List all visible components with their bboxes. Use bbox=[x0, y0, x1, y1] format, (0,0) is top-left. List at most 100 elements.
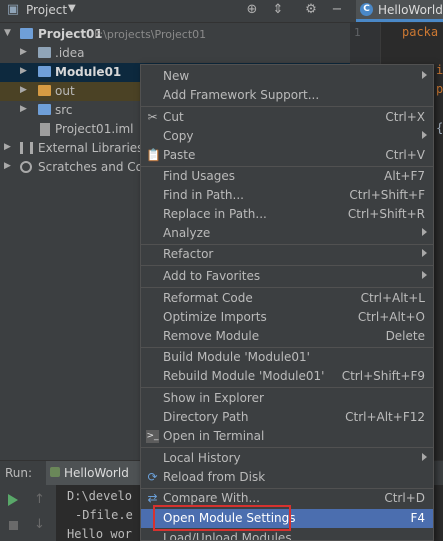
menu-item-label: Optimize Imports bbox=[163, 310, 267, 324]
menu-item-shortcut: Ctrl+D bbox=[384, 491, 425, 505]
menu-item-label: Find in Path... bbox=[163, 188, 244, 202]
chevron-right-icon[interactable]: ▶ bbox=[20, 47, 27, 57]
menu-item-reformat-code[interactable]: Reformat Code Ctrl+Alt+L bbox=[141, 289, 433, 308]
stop-icon[interactable] bbox=[9, 521, 18, 530]
menu-item-label: Directory Path bbox=[163, 410, 249, 424]
menu-item-label: Copy bbox=[163, 129, 194, 143]
chevron-down-icon[interactable]: ▼ bbox=[4, 28, 11, 38]
minus-icon[interactable]: − bbox=[329, 2, 345, 18]
menu-item-label: Open in Terminal bbox=[163, 429, 265, 443]
run-tab-helloworld[interactable]: HelloWorld bbox=[46, 461, 146, 485]
menu-item-shortcut: Ctrl+Alt+F12 bbox=[345, 410, 425, 424]
tree-node-label: Project01.iml bbox=[55, 122, 134, 136]
chevron-right-icon[interactable]: ▶ bbox=[20, 85, 27, 95]
menu-item-find-in-path[interactable]: Find in Path... Ctrl+Shift+F bbox=[141, 186, 433, 205]
menu-item-local-history[interactable]: Local History bbox=[141, 449, 433, 468]
tree-node-label: .idea bbox=[55, 46, 85, 60]
code-line: packa bbox=[402, 25, 439, 39]
tree-node-label: External Libraries bbox=[38, 141, 144, 155]
menu-item-label: Add Framework Support... bbox=[163, 88, 320, 102]
menu-item-shortcut: F4 bbox=[410, 511, 425, 525]
tree-node-label: Module01 bbox=[55, 65, 122, 79]
submenu-arrow-icon bbox=[422, 228, 427, 236]
menu-item-copy[interactable]: Copy bbox=[141, 127, 433, 146]
tree-node-label: out bbox=[55, 84, 75, 98]
menu-item-find-usages[interactable]: Find Usages Alt+F7 bbox=[141, 167, 433, 186]
submenu-arrow-icon bbox=[422, 71, 427, 79]
console-line: D:\develo bbox=[67, 489, 133, 503]
class-icon: C bbox=[360, 3, 373, 16]
arrow-down-icon[interactable]: ↓ bbox=[34, 517, 45, 532]
collapse-icon[interactable]: ⇕ bbox=[270, 2, 286, 18]
project-icon: ▣ bbox=[6, 2, 20, 17]
menu-item-add-framework-support[interactable]: Add Framework Support... bbox=[141, 86, 433, 105]
chevron-right-icon[interactable]: ▶ bbox=[4, 161, 11, 171]
menu-item-rebuild-module[interactable]: Rebuild Module 'Module01' Ctrl+Shift+F9 bbox=[141, 367, 433, 386]
editor-tab-helloworld[interactable]: C HelloWorld.j bbox=[356, 0, 443, 22]
module-folder-icon bbox=[20, 28, 33, 39]
menu-item-shortcut: Ctrl+Shift+F9 bbox=[341, 369, 425, 383]
submenu-arrow-icon bbox=[422, 249, 427, 257]
menu-item-optimize-imports[interactable]: Optimize Imports Ctrl+Alt+O bbox=[141, 308, 433, 327]
menu-item-shortcut: Delete bbox=[385, 329, 425, 343]
menu-item-remove-module[interactable]: Remove Module Delete bbox=[141, 327, 433, 346]
menu-separator bbox=[141, 287, 433, 288]
editor-tab-label: HelloWorld.j bbox=[378, 3, 443, 17]
menu-item-analyze[interactable]: Analyze bbox=[141, 224, 433, 243]
code-line: { bbox=[436, 121, 443, 135]
scratches-icon bbox=[20, 161, 32, 173]
tree-node-path: F:\projects\Project01 bbox=[94, 28, 207, 41]
menu-item-open-in-terminal[interactable]: >_ Open in Terminal bbox=[141, 427, 433, 446]
menu-item-shortcut: Ctrl+Alt+O bbox=[357, 310, 425, 324]
submenu-arrow-icon bbox=[422, 453, 427, 461]
compare-icon: ⇄ bbox=[147, 491, 158, 505]
gear-icon[interactable]: ⚙ bbox=[303, 2, 319, 18]
run-config-icon bbox=[50, 467, 60, 477]
menu-item-reload-from-disk[interactable]: ⟳ Reload from Disk bbox=[141, 468, 433, 487]
chevron-right-icon[interactable]: ▶ bbox=[20, 104, 27, 114]
excluded-folder-icon bbox=[38, 85, 51, 96]
library-icon bbox=[20, 142, 33, 154]
menu-item-shortcut: Ctrl+Shift+F bbox=[349, 188, 425, 202]
menu-item-replace-in-path[interactable]: Replace in Path... Ctrl+Shift+R bbox=[141, 205, 433, 224]
menu-item-label: Find Usages bbox=[163, 169, 236, 183]
menu-item-show-in-explorer[interactable]: Show in Explorer bbox=[141, 389, 433, 408]
folder-icon bbox=[38, 47, 51, 58]
menu-item-label: Add to Favorites bbox=[163, 269, 261, 283]
arrow-up-icon[interactable]: ↑ bbox=[34, 492, 45, 507]
menu-item-cut[interactable]: ✂ Cut Ctrl+X bbox=[141, 108, 433, 127]
menu-item-paste[interactable]: 📋 Paste Ctrl+V bbox=[141, 146, 433, 165]
chevron-right-icon[interactable]: ▶ bbox=[4, 142, 11, 152]
menu-item-build-module[interactable]: Build Module 'Module01' bbox=[141, 348, 433, 367]
menu-item-shortcut: Ctrl+X bbox=[385, 110, 425, 124]
menu-item-shortcut: Ctrl+Shift+R bbox=[347, 207, 425, 221]
menu-item-label: Refactor bbox=[163, 247, 214, 261]
caret-down-icon[interactable]: ▼ bbox=[68, 3, 76, 14]
code-line: p bbox=[436, 82, 443, 96]
menu-separator bbox=[141, 106, 433, 107]
chevron-right-icon[interactable]: ▶ bbox=[20, 66, 27, 76]
menu-item-new[interactable]: New bbox=[141, 67, 433, 86]
rerun-icon[interactable] bbox=[8, 494, 18, 506]
menu-item-directory-path[interactable]: Directory Path Ctrl+Alt+F12 bbox=[141, 408, 433, 427]
project-panel-header: ▣ Project ▼ ⊕ ⇕ ⚙ − bbox=[0, 0, 350, 23]
code-line: i bbox=[436, 63, 443, 77]
submenu-arrow-icon bbox=[422, 271, 427, 279]
menu-item-refactor[interactable]: Refactor bbox=[141, 245, 433, 264]
tree-node-project01[interactable]: ▼ Project01 F:\projects\Project01 bbox=[0, 25, 350, 44]
project-view-selector[interactable]: Project bbox=[26, 3, 67, 17]
menu-item-label: Reformat Code bbox=[163, 291, 253, 305]
console-line: Hello wor bbox=[67, 527, 133, 541]
menu-item-label: Compare With... bbox=[163, 491, 260, 505]
menu-item-shortcut: Ctrl+Alt+L bbox=[360, 291, 425, 305]
crosshair-icon[interactable]: ⊕ bbox=[244, 2, 260, 18]
menu-item-add-to-favorites[interactable]: Add to Favorites bbox=[141, 267, 433, 286]
menu-item-shortcut: Alt+F7 bbox=[384, 169, 425, 183]
menu-item-label: Replace in Path... bbox=[163, 207, 267, 221]
menu-separator bbox=[141, 387, 433, 388]
tree-node-idea[interactable]: ▶ .idea bbox=[0, 44, 350, 63]
menu-item-label: Local History bbox=[163, 451, 241, 465]
annotation-highlight-box bbox=[153, 505, 291, 531]
context-menu: New Add Framework Support... ✂ Cut Ctrl+… bbox=[140, 64, 434, 541]
menu-item-label: Cut bbox=[163, 110, 184, 124]
